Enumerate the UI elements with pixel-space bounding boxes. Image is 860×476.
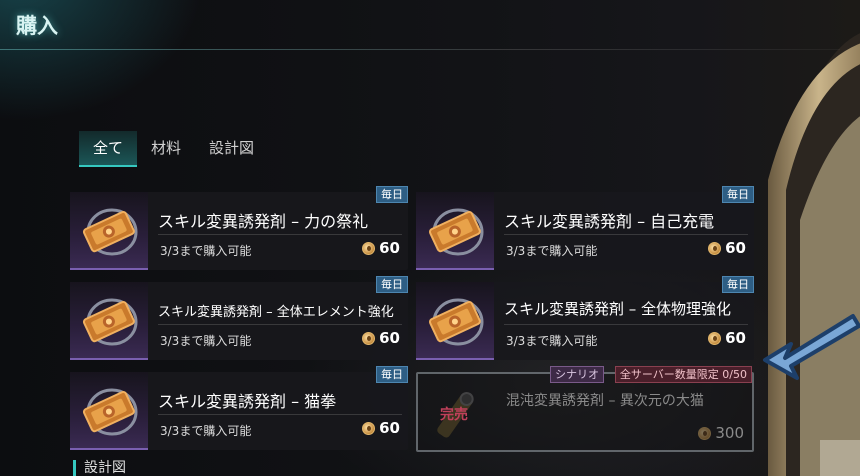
tab-materials[interactable]: 材料	[137, 131, 195, 167]
daily-badge: 毎日	[376, 366, 408, 383]
item-name: スキル変異誘発剤 – 自己充電	[504, 212, 715, 231]
currency-coin-icon	[698, 426, 712, 440]
item-price: 60	[362, 329, 400, 347]
item-thumbnail	[70, 282, 148, 360]
price-value: 60	[725, 329, 746, 347]
mutagen-ticket-icon	[82, 388, 138, 436]
title-divider	[0, 49, 840, 50]
mutagen-ticket-icon	[82, 298, 138, 346]
price-value: 60	[379, 419, 400, 437]
decorative-archway	[760, 20, 860, 476]
shop-item-card[interactable]: スキル変異誘発剤 – 自己充電 毎日 3/3まで購入可能 60	[416, 186, 754, 270]
sold-out-label: 完売	[440, 407, 468, 423]
item-thumbnail	[70, 372, 148, 450]
item-thumbnail	[416, 192, 494, 270]
page-title: 購入	[16, 14, 58, 38]
currency-coin-icon	[362, 421, 376, 435]
purchase-limit: 3/3まで購入可能	[160, 424, 252, 438]
mutagen-ticket-icon	[428, 208, 484, 256]
item-price: 60	[362, 239, 400, 257]
purchase-limit: 3/3まで購入可能	[160, 334, 252, 348]
currency-coin-icon	[708, 331, 722, 345]
scenario-tag: シナリオ	[550, 366, 604, 383]
daily-badge: 毎日	[376, 276, 408, 293]
purchase-limit: 3/3まで購入可能	[160, 244, 252, 258]
item-name: スキル変異誘発剤 – 猫拳	[158, 392, 337, 411]
mutagen-ticket-icon	[428, 298, 484, 346]
item-price: 60	[362, 419, 400, 437]
item-name: スキル変異誘発剤 – 力の祭礼	[158, 212, 369, 231]
daily-badge: 毎日	[722, 186, 754, 203]
price-value: 300	[715, 424, 744, 442]
blue-arrow-pointer	[763, 314, 860, 380]
shop-item-card[interactable]: スキル変異誘発剤 – 全体エレメント強化 毎日 3/3まで購入可能 60	[70, 276, 408, 360]
price-value: 60	[379, 239, 400, 257]
section-blueprints-heading: 設計図	[73, 460, 126, 476]
shop-item-card[interactable]: スキル変異誘発剤 – 全体物理強化 毎日 3/3まで購入可能 60	[416, 276, 754, 360]
tab-all[interactable]: 全て	[79, 131, 138, 167]
mutagen-ticket-icon	[82, 208, 138, 256]
shop-item-card[interactable]: スキル変異誘発剤 – 力の祭礼 毎日 3/3まで購入可能 60	[70, 186, 408, 270]
price-value: 60	[725, 239, 746, 257]
item-name: 混沌変異誘発剤 – 異次元の大猫	[506, 393, 704, 409]
currency-coin-icon	[708, 241, 722, 255]
currency-coin-icon	[362, 331, 376, 345]
item-thumbnail	[70, 192, 148, 270]
item-name: スキル変異誘発剤 – 全体物理強化	[504, 300, 732, 318]
item-name: スキル変異誘発剤 – 全体エレメント強化	[158, 305, 394, 320]
shop-item-card-sold-out[interactable]: 完売 シナリオ 全サーバー数量限定 0/50 混沌変異誘発剤 – 異次元の大猫 …	[416, 366, 754, 452]
shop-item-card[interactable]: スキル変異誘発剤 – 猫拳 毎日 3/3まで購入可能 60	[70, 366, 408, 450]
item-price: 60	[708, 239, 746, 257]
item-thumbnail: 完売	[418, 374, 496, 452]
price-value: 60	[379, 329, 400, 347]
tab-blueprints[interactable]: 設計図	[195, 131, 268, 167]
daily-badge: 毎日	[722, 276, 754, 293]
divider	[158, 324, 402, 325]
divider	[504, 324, 748, 325]
purchase-limit: 3/3まで購入可能	[506, 334, 598, 348]
daily-badge: 毎日	[376, 186, 408, 203]
server-limit-tag: 全サーバー数量限定 0/50	[614, 366, 752, 383]
item-price: 300	[698, 424, 744, 442]
divider	[504, 234, 748, 235]
purchase-limit: 3/3まで購入可能	[506, 244, 598, 258]
divider	[158, 414, 402, 415]
divider	[158, 234, 402, 235]
category-tabs: 全て 材料 設計図	[79, 131, 268, 167]
item-thumbnail	[416, 282, 494, 360]
item-price: 60	[708, 329, 746, 347]
currency-coin-icon	[362, 241, 376, 255]
